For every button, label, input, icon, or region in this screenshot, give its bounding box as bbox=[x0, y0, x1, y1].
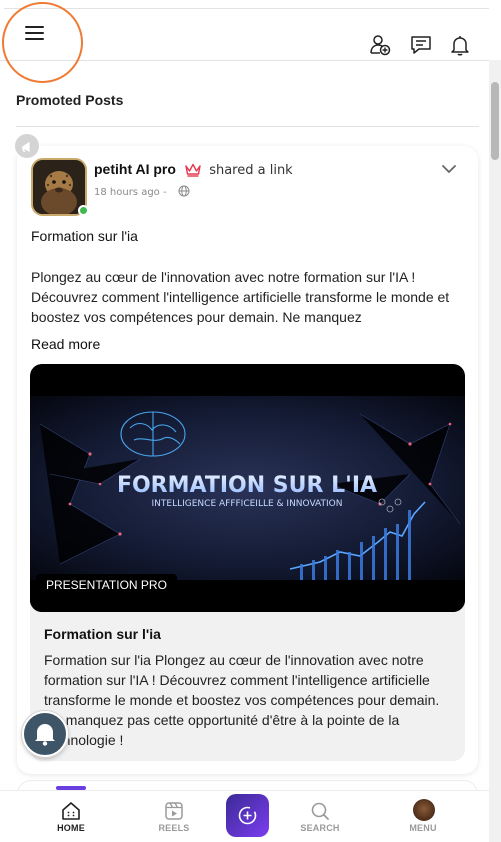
link-preview-card[interactable]: FORMATION SUR L'IA INTELLIGENCE AFFFICEI… bbox=[30, 364, 465, 761]
globe-icon bbox=[178, 185, 190, 197]
plus-circle-icon bbox=[238, 806, 257, 825]
nav-menu[interactable]: MENU bbox=[388, 791, 458, 842]
nav-reels[interactable]: REELS bbox=[139, 791, 209, 842]
post-timestamp: 18 hours ago - bbox=[94, 187, 167, 198]
app-header bbox=[0, 2, 489, 83]
banner-subtitle: INTELLIGENCE AFFFICEILLE & INNOVATION bbox=[152, 499, 343, 509]
scrollbar[interactable] bbox=[489, 60, 501, 842]
banner-title: FORMATION SUR L'IA bbox=[117, 473, 377, 498]
megaphone-icon bbox=[13, 132, 41, 160]
bell-icon[interactable] bbox=[449, 34, 471, 56]
crown-icon bbox=[185, 163, 201, 177]
online-status-dot bbox=[78, 205, 89, 216]
nav-search-label: SEARCH bbox=[300, 823, 340, 833]
search-icon bbox=[311, 802, 329, 820]
bottom-nav: HOME REELS SEARCH MENU bbox=[0, 790, 489, 842]
nav-search[interactable]: SEARCH bbox=[285, 791, 355, 842]
author-name[interactable]: petiht AI pro bbox=[94, 161, 176, 177]
notification-bell-button[interactable] bbox=[22, 711, 68, 757]
post-meta: 18 hours ago - bbox=[94, 185, 190, 198]
user-plus-icon[interactable] bbox=[369, 34, 391, 56]
leopard-avatar-image bbox=[33, 160, 85, 214]
hamburger-icon[interactable] bbox=[25, 26, 44, 40]
post-title: Formation sur l'ia bbox=[31, 228, 138, 244]
menu-highlight-ring bbox=[2, 2, 83, 83]
bell-icon bbox=[35, 724, 55, 746]
section-title: Promoted Posts bbox=[16, 92, 124, 108]
scrollbar-thumb[interactable] bbox=[491, 82, 499, 160]
post-action-text: shared a link bbox=[209, 163, 293, 178]
post-body: Plongez au cœur de l'innovation avec not… bbox=[31, 269, 450, 325]
user-avatar bbox=[413, 799, 435, 821]
nav-home-label: HOME bbox=[57, 823, 85, 833]
reels-icon bbox=[165, 802, 183, 820]
chat-icon[interactable] bbox=[410, 34, 432, 56]
read-more-link[interactable]: Read more bbox=[31, 336, 100, 352]
link-preview-image[interactable]: FORMATION SUR L'IA INTELLIGENCE AFFFICEI… bbox=[30, 364, 465, 612]
link-title[interactable]: Formation sur l'ia bbox=[44, 626, 161, 642]
chevron-down-icon[interactable] bbox=[441, 163, 457, 175]
section-divider bbox=[16, 126, 479, 127]
link-category-tag: PRESENTATION PRO bbox=[36, 574, 177, 596]
home-icon bbox=[62, 802, 80, 820]
nav-reels-label: REELS bbox=[158, 823, 190, 833]
nav-home[interactable]: HOME bbox=[36, 791, 106, 842]
nav-menu-label: MENU bbox=[409, 823, 437, 833]
link-description: Formation sur l'ia Plongez au cœur de l'… bbox=[44, 652, 440, 748]
post-author-line: petiht AI pro shared a link bbox=[94, 161, 293, 178]
create-post-button[interactable] bbox=[226, 794, 269, 837]
